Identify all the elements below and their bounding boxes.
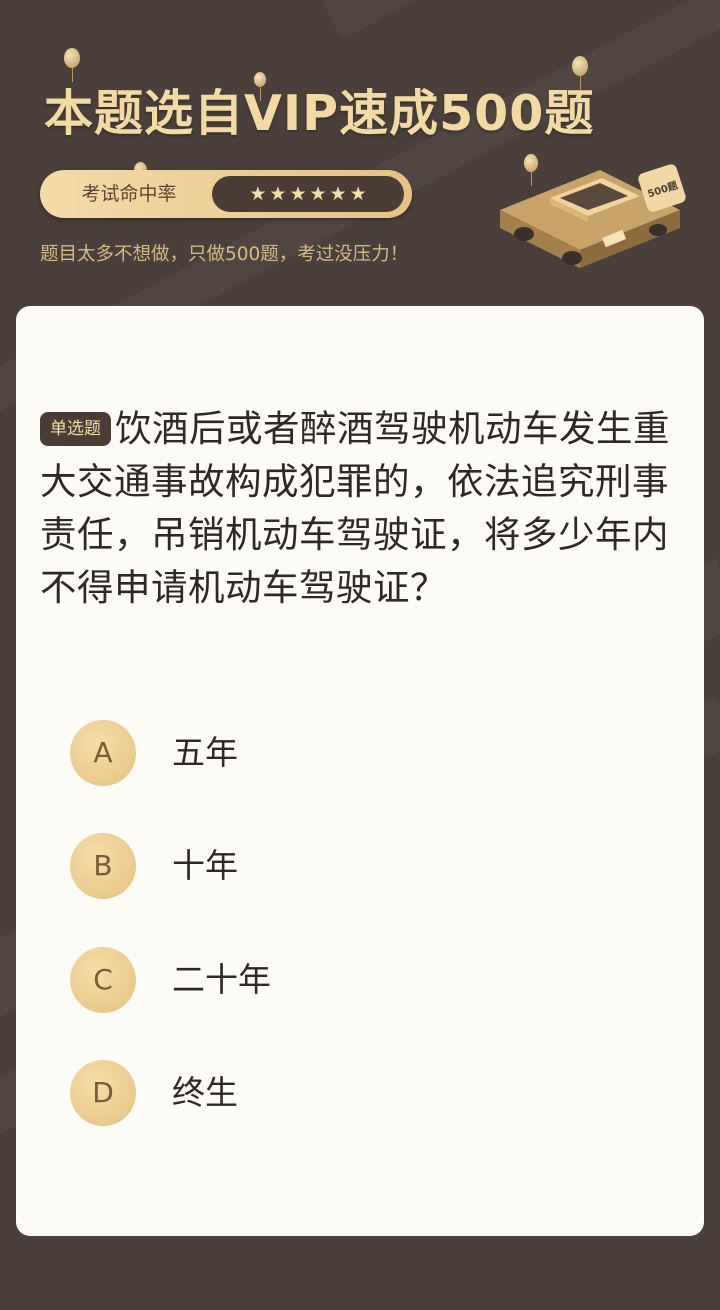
star-icon: ★ — [249, 182, 267, 205]
star-icon: ★ — [289, 182, 307, 205]
option-d[interactable]: D 终生 — [70, 1060, 650, 1128]
option-text-d: 终生 — [172, 1073, 238, 1112]
question-type-badge: 单选题 — [40, 412, 111, 446]
option-letter-a: A — [70, 720, 136, 786]
question-text: 饮酒后或者醉酒驾驶机动车发生重大交通事故构成犯罪的，依法追究刑事责任，吊销机动车… — [40, 407, 670, 609]
star-icon: ★ — [349, 182, 367, 205]
vip-headline: 本题选自VIP速成500题 — [44, 85, 595, 142]
balloon-icon — [64, 48, 80, 82]
promo-header: 本题选自VIP速成500题 考试命中率 ★ ★ ★ ★ ★ ★ 题目太多不想做，… — [0, 0, 720, 300]
hit-rate-label: 考试命中率 — [81, 183, 177, 205]
question-text-block: 单选题 饮酒后或者醉酒驾驶机动车发生重大交通事故构成犯罪的，依法追究刑事责任，吊销… — [40, 402, 688, 614]
promo-subtitle: 题目太多不想做，只做500题，考过没压力！ — [40, 244, 409, 265]
star-icon: ★ — [269, 182, 287, 205]
option-a[interactable]: A 五年 — [70, 720, 650, 788]
option-letter-b: B — [70, 833, 136, 899]
option-text-b: 十年 — [172, 846, 238, 885]
option-text-c: 二十年 — [172, 960, 271, 999]
option-letter-d: D — [70, 1060, 136, 1126]
option-text-a: 五年 — [172, 733, 238, 772]
option-letter-c: C — [70, 947, 136, 1013]
star-icon: ★ — [329, 182, 347, 205]
question-card: 单选题 饮酒后或者醉酒驾驶机动车发生重大交通事故构成犯罪的，依法追究刑事责任，吊销… — [16, 306, 704, 1236]
star-rating: ★ ★ ★ ★ ★ ★ — [212, 176, 404, 212]
star-icon: ★ — [309, 182, 327, 205]
option-c[interactable]: C 二十年 — [70, 947, 650, 1015]
hit-rate-pill: 考试命中率 ★ ★ ★ ★ ★ ★ — [40, 170, 412, 218]
balloon-icon — [572, 56, 588, 90]
option-b[interactable]: B 十年 — [70, 833, 650, 901]
